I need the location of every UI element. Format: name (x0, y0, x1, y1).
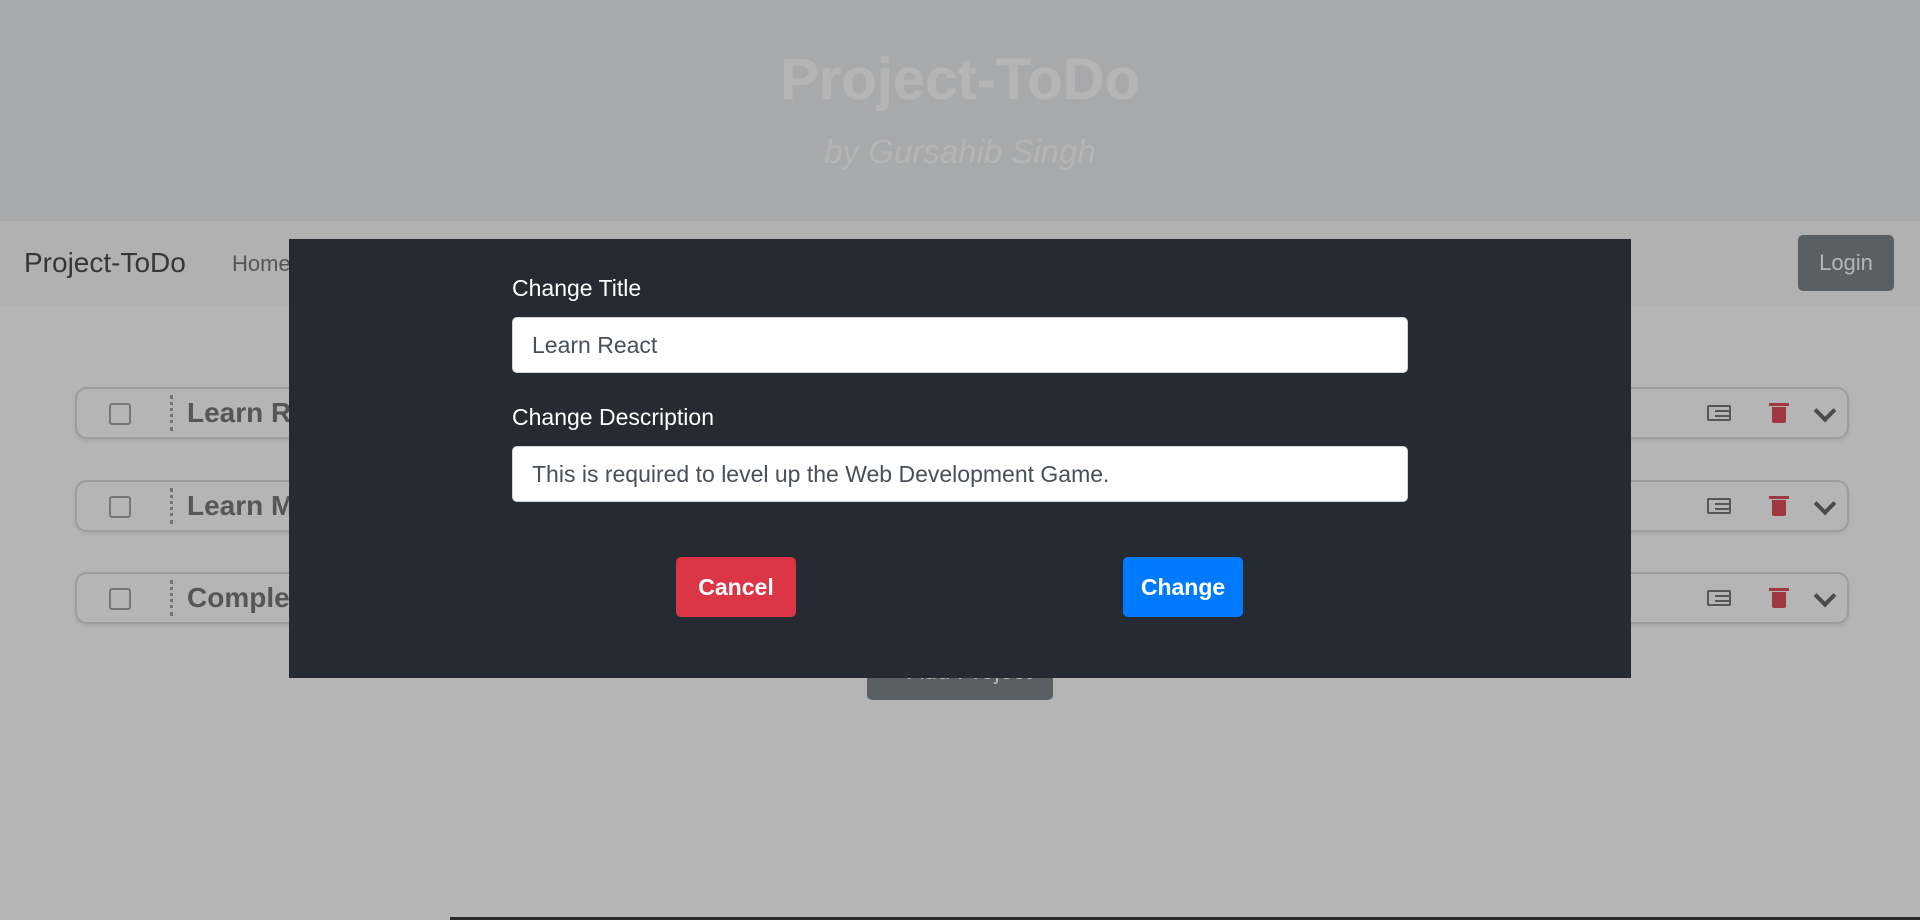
change-description-label: Change Description (512, 404, 715, 430)
change-title-label: Change Title (512, 275, 642, 301)
edit-todo-modal: Change Title Change Description Cancel C… (289, 239, 1631, 678)
change-button[interactable]: Change (1123, 557, 1243, 617)
description-input[interactable] (512, 446, 1408, 502)
cancel-button[interactable]: Cancel (676, 557, 796, 617)
app-page: Project-ToDo by Gursahib Singh Project-T… (0, 0, 1920, 920)
title-input[interactable] (512, 317, 1408, 373)
